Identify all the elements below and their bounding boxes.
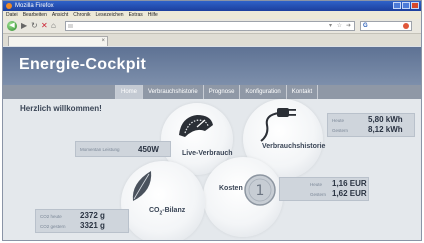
svg-text:1: 1 [256, 183, 265, 199]
home-icon[interactable]: ⌂ [51, 21, 56, 31]
co2-today-label: CO2 heute [40, 214, 62, 219]
window-title: Mozilla Firefox [15, 3, 54, 9]
menu-view[interactable]: Ansicht [52, 11, 68, 19]
search-engine-icon[interactable]: G [363, 22, 368, 30]
bookmark-star-icon[interactable]: ☆ [337, 22, 342, 31]
cost-yesterday-label: Gestern [310, 192, 327, 197]
live-power-label: Momentan Leistung [80, 147, 120, 152]
dropdown-icon[interactable]: ▾ [329, 22, 332, 31]
menu-history[interactable]: Chronik [73, 11, 90, 19]
app-title: Energie-Cockpit [19, 56, 147, 73]
live-power-panel: Momentan Leistung 450W [75, 141, 171, 157]
browser-window: Mozilla Firefox Datei Bearbeiten Ansicht… [2, 0, 422, 241]
electricity-meter-icon [179, 115, 213, 137]
co2-balance-circle[interactable]: CO2-Bilanz [121, 161, 205, 240]
menu-file[interactable]: Datei [6, 11, 18, 19]
cost-today-label: Heute [310, 182, 323, 187]
browser-tab[interactable]: × [8, 36, 108, 46]
tab-bar: × [3, 34, 421, 46]
menu-bookmarks[interactable]: Lesezeichen [96, 11, 124, 19]
usage-today-value: 5,80 kWh [368, 115, 403, 124]
nav-konfiguration[interactable]: Konfiguration [239, 85, 285, 99]
address-bar[interactable]: ▾ ☆ ➜ [65, 21, 355, 31]
leaf-icon [132, 171, 152, 201]
co2-yesterday-value: 3321 g [80, 221, 105, 230]
cost-panel: Heute 1,16 EUR Gestern 1,62 EUR [279, 177, 369, 201]
tab-close-icon[interactable]: × [101, 37, 105, 46]
nav-home[interactable]: Home [115, 85, 143, 99]
euro-coin-icon: 1 [244, 174, 276, 206]
main-navigation: Home Verbrauchshistorie Prognose Konfigu… [3, 85, 421, 99]
usage-today-label: Heute [332, 118, 345, 123]
web-page: Energie-Cockpit Home Verbrauchshistorie … [3, 47, 421, 240]
browser-menubar: Datei Bearbeiten Ansicht Chronik Lesezei… [3, 11, 421, 19]
usage-yesterday-value: 8,12 kWh [368, 125, 403, 134]
browser-titlebar: Mozilla Firefox [3, 1, 421, 11]
co2-balance-label: CO2-Bilanz [149, 207, 186, 217]
live-power-value: 450W [138, 145, 159, 154]
co2-panel: CO2 heute 2372 g CO2 gestern 3321 g [35, 209, 129, 233]
reload-icon[interactable]: ↻ [31, 21, 38, 31]
forward-icon[interactable]: ▶ [21, 21, 27, 31]
usage-panel: Heute 5,80 kWh Gestern 8,12 kWh [327, 113, 415, 137]
live-consumption-label: Live-Verbrauch [182, 150, 233, 157]
search-box[interactable]: G [360, 21, 412, 31]
stop-icon[interactable]: ✕ [41, 21, 48, 31]
search-icon[interactable] [403, 23, 409, 29]
maximize-button[interactable] [402, 2, 410, 9]
window-controls [393, 2, 419, 9]
menu-help[interactable]: Hilfe [148, 11, 158, 19]
go-icon[interactable]: ➜ [346, 22, 351, 31]
co2-today-value: 2372 g [80, 211, 105, 220]
back-button[interactable]: ◀ [7, 21, 17, 31]
app-header: Energie-Cockpit [3, 47, 421, 85]
usage-yesterday-label: Gestern [332, 128, 349, 133]
nav-verbrauchshistorie[interactable]: Verbrauchshistorie [142, 85, 203, 99]
welcome-heading: Herzlich willkommen! [20, 104, 102, 113]
cost-today-value: 1,16 EUR [332, 179, 367, 188]
menu-edit[interactable]: Bearbeiten [23, 11, 47, 19]
menu-tools[interactable]: Extras [129, 11, 143, 19]
dashboard-content: Herzlich willkommen! Live-Verbrauch Verb… [3, 99, 421, 240]
close-button[interactable] [411, 2, 419, 9]
browser-navbar: ◀ ▶ ↻ ✕ ⌂ ▾ ☆ ➜ G [3, 19, 421, 34]
costs-circle[interactable]: 1 Kosten [203, 157, 283, 237]
power-plug-icon [260, 108, 296, 142]
co2-yesterday-label: CO2 gestern [40, 224, 66, 229]
consumption-history-label: Verbrauchshistorie [262, 143, 326, 150]
costs-label: Kosten [219, 185, 243, 192]
nav-kontakt[interactable]: Kontakt [285, 85, 319, 99]
minimize-button[interactable] [393, 2, 401, 9]
cost-yesterday-value: 1,62 EUR [332, 189, 367, 198]
favicon-icon [68, 24, 73, 28]
nav-prognose[interactable]: Prognose [202, 85, 240, 99]
firefox-icon [6, 3, 12, 9]
